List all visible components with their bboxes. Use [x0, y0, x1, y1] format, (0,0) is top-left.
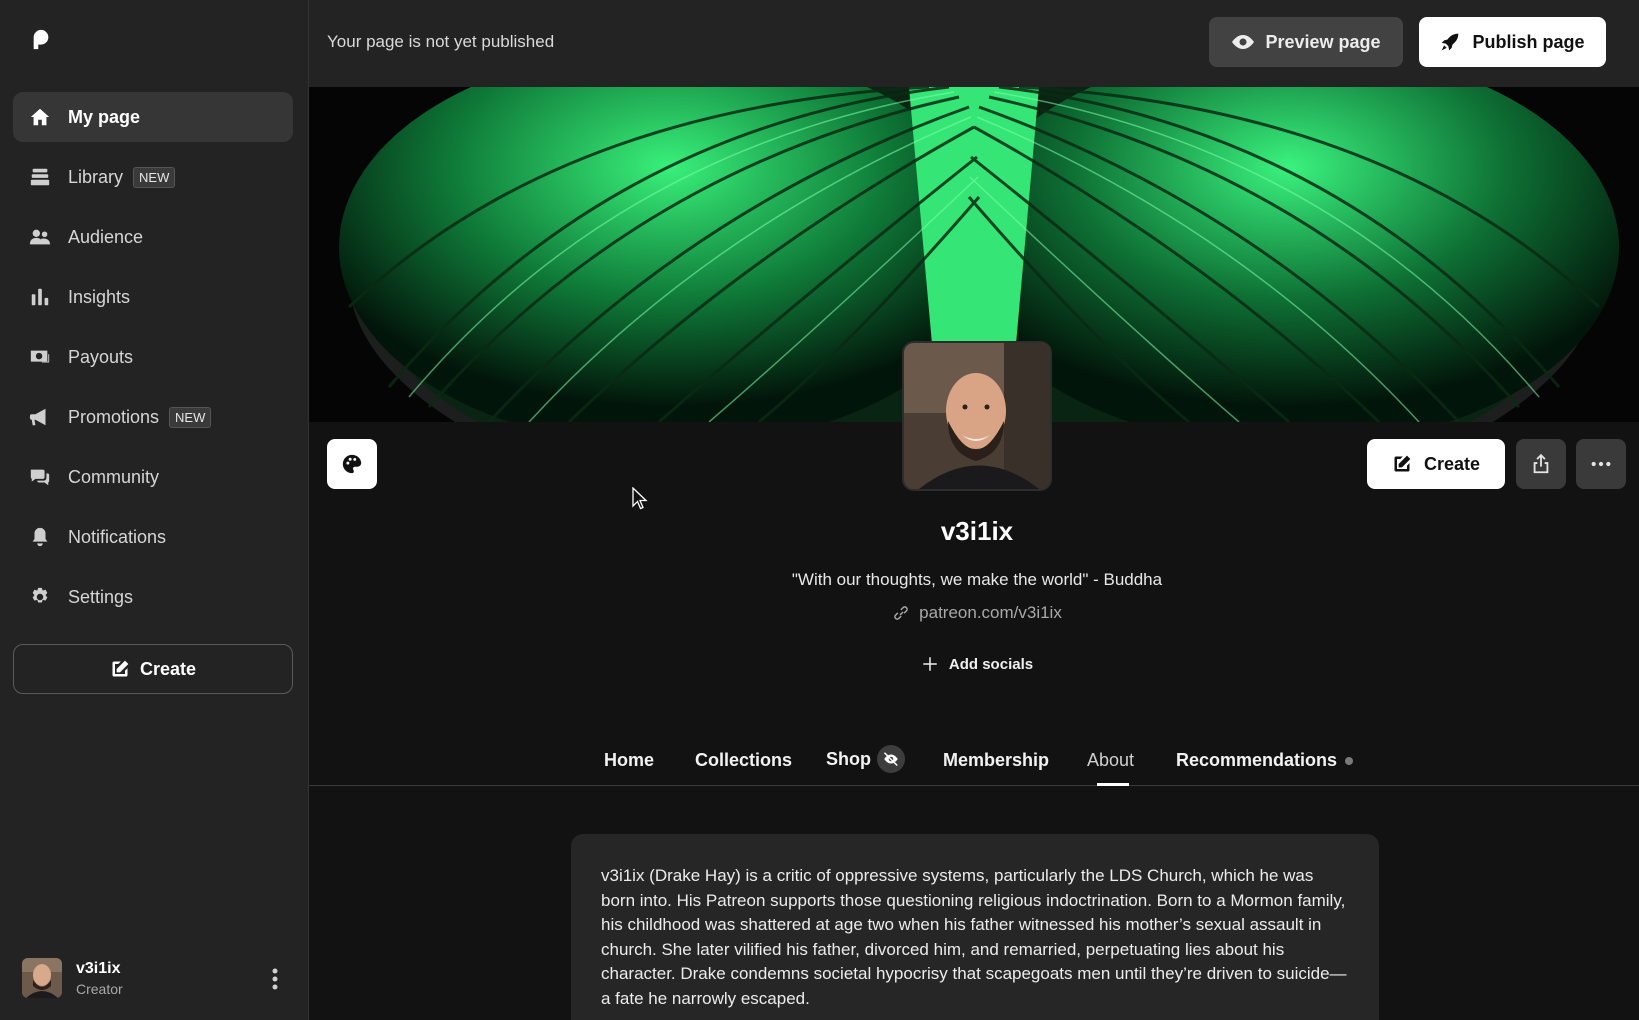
- tab-collections[interactable]: Collections: [695, 750, 792, 771]
- creator-page-link-text: patreon.com/v3i1ix: [919, 603, 1062, 622]
- active-tab-indicator: [1097, 783, 1129, 786]
- plus-icon: [923, 657, 937, 671]
- more-vertical-icon[interactable]: [272, 968, 278, 990]
- profile-avatar[interactable]: [902, 341, 1052, 491]
- edit-icon: [1394, 455, 1411, 472]
- mouse-cursor-icon: [632, 487, 648, 510]
- sidebar-item-notifications[interactable]: Notifications: [13, 512, 293, 562]
- eye-icon: [1232, 35, 1255, 49]
- publish-page-button[interactable]: Publish page: [1419, 17, 1606, 67]
- tab-label: Recommendations: [1176, 750, 1338, 770]
- status-dot: [1345, 756, 1354, 765]
- sidebar: My page Library NEW Audience Insights Pa…: [0, 0, 309, 1020]
- sidebar-item-label: Insights: [68, 286, 131, 307]
- tab-label: Collections: [695, 750, 793, 770]
- sidebar-item-label: Payouts: [68, 346, 134, 367]
- add-socials-label: Add socials: [948, 655, 1034, 673]
- creator-tagline: "With our thoughts, we make the world" -…: [791, 570, 1163, 589]
- tab-label: Home: [604, 750, 655, 770]
- new-badge: NEW: [133, 166, 176, 188]
- share-button[interactable]: [1516, 439, 1566, 489]
- publish-page-label: Publish page: [1472, 31, 1585, 52]
- eye-off-icon: [877, 745, 905, 773]
- about-text: v3i1ix (Drake Hay) is a critic of oppres…: [601, 866, 1347, 1008]
- sidebar-item-payouts[interactable]: Payouts: [13, 332, 293, 382]
- gear-icon: [29, 586, 51, 608]
- user-role: Creator: [76, 980, 123, 997]
- sidebar-nav: My page Library NEW Audience Insights Pa…: [13, 92, 293, 632]
- sidebar-item-label: Notifications: [68, 526, 167, 547]
- creator-page-link[interactable]: patreon.com/v3i1ix: [760, 603, 1194, 623]
- creator-name: v3i1ix: [940, 516, 1014, 546]
- more-options-button[interactable]: [1576, 439, 1626, 489]
- avatar: [22, 958, 62, 998]
- publish-status-text: Your page is not yet published: [327, 32, 555, 51]
- sidebar-item-community[interactable]: Community: [13, 452, 293, 502]
- create-post-button[interactable]: Create: [1367, 439, 1505, 489]
- new-badge: NEW: [169, 406, 212, 428]
- profile-photo: [904, 343, 1050, 489]
- tab-recommendations[interactable]: Recommendations: [1176, 750, 1354, 771]
- home-icon: [29, 106, 51, 128]
- create-post-label: Create: [1423, 453, 1481, 474]
- sidebar-create-label: Create: [139, 658, 197, 679]
- tab-label: Membership: [943, 750, 1050, 770]
- sidebar-create-button[interactable]: Create: [13, 644, 293, 694]
- page-tabs: Home Collections Shop Membership About R…: [309, 740, 1639, 786]
- tab-label: Shop: [826, 748, 871, 769]
- about-card: v3i1ix (Drake Hay) is a critic of oppres…: [571, 834, 1379, 1020]
- add-socials-button[interactable]: Add socials: [860, 655, 1094, 673]
- more-horizontal-icon: [1591, 461, 1611, 467]
- payouts-icon: [29, 346, 51, 368]
- library-icon: [29, 166, 51, 188]
- audience-icon: [29, 226, 51, 248]
- insights-icon: [29, 286, 51, 308]
- sidebar-item-my-page[interactable]: My page: [13, 92, 293, 142]
- sidebar-item-library[interactable]: Library NEW: [13, 152, 293, 202]
- tab-label: About: [1087, 750, 1135, 770]
- palette-icon: [342, 454, 362, 474]
- top-bar: Your page is not yet published Preview p…: [309, 0, 1639, 87]
- sidebar-item-audience[interactable]: Audience: [13, 212, 293, 262]
- bell-icon: [29, 526, 51, 548]
- sidebar-item-label: Promotions: [68, 406, 160, 427]
- theme-button[interactable]: [327, 439, 377, 489]
- share-icon: [1533, 453, 1549, 474]
- rocket-icon: [1442, 33, 1459, 51]
- patreon-logo-icon[interactable]: [30, 29, 52, 51]
- chat-icon: [29, 466, 51, 488]
- preview-page-button[interactable]: Preview page: [1209, 17, 1403, 67]
- tab-membership[interactable]: Membership: [943, 750, 1049, 771]
- sidebar-item-label: My page: [68, 106, 141, 127]
- sidebar-item-promotions[interactable]: Promotions NEW: [13, 392, 293, 442]
- tab-about[interactable]: About: [1087, 750, 1134, 771]
- preview-page-label: Preview page: [1265, 31, 1381, 52]
- sidebar-item-label: Library: [68, 166, 124, 187]
- user-name: v3i1ix: [76, 959, 121, 977]
- sidebar-item-insights[interactable]: Insights: [13, 272, 293, 322]
- tab-shop[interactable]: Shop: [826, 745, 905, 773]
- sidebar-item-label: Audience: [68, 226, 144, 247]
- megaphone-icon: [29, 406, 51, 428]
- user-profile[interactable]: v3i1ix Creator: [22, 956, 292, 1000]
- link-icon: [894, 606, 908, 620]
- sidebar-item-label: Settings: [68, 586, 134, 607]
- sidebar-item-label: Community: [68, 466, 160, 487]
- edit-icon: [112, 660, 129, 677]
- sidebar-item-settings[interactable]: Settings: [13, 572, 293, 622]
- tab-home[interactable]: Home: [604, 750, 654, 771]
